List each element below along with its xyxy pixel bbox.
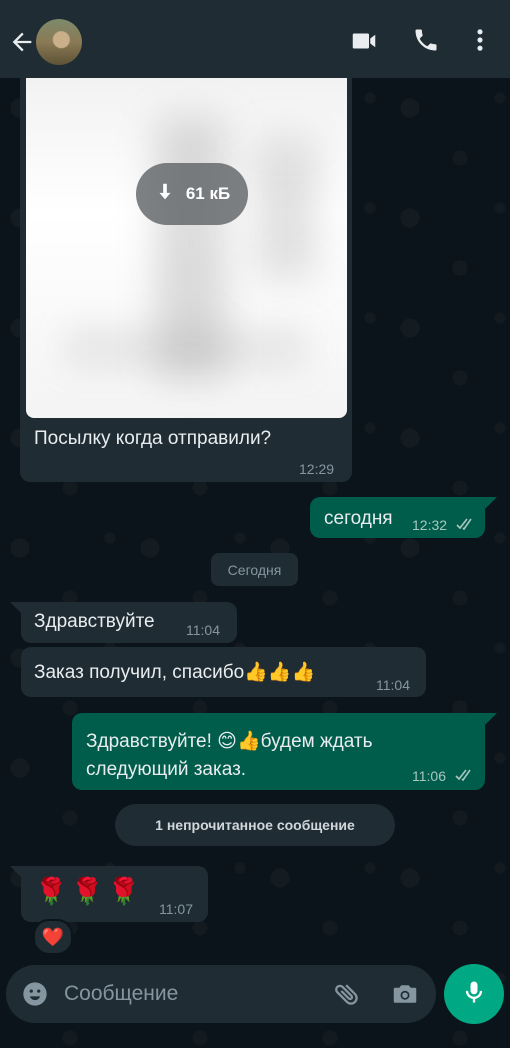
message-text: Посылку когда отправили? [34,428,272,449]
download-button[interactable]: 61 кБ [136,163,248,225]
message-time: 11:04 [376,677,410,693]
message-time: 11:07 [159,901,193,917]
blur-shape [66,328,306,368]
bubble-tail [485,713,497,725]
incoming-message[interactable]: Здравствуйте 11:04 [21,602,237,643]
read-ticks-icon [456,518,472,531]
message-text: сегодня [324,508,393,529]
message-input[interactable]: Сообщение [64,982,178,1006]
heart-icon: ❤️ [41,927,65,947]
message-text: 🌹🌹🌹 [35,876,145,906]
emoji-icon[interactable] [21,980,49,1008]
incoming-message[interactable]: Заказ получил, спасибо👍👍👍 11:04 [21,647,426,697]
voice-record-button[interactable] [444,964,504,1024]
phone-icon[interactable] [412,26,442,56]
video-camera-icon[interactable] [349,26,379,56]
bubble-tail [485,497,497,509]
arrow-left-icon[interactable] [8,28,36,56]
paperclip-icon[interactable] [332,979,362,1009]
message-text-line: Здравствуйте! 😊👍будем ждать [86,731,373,752]
outgoing-message[interactable]: сегодня 12:32 [310,497,485,538]
message-text: Здравствуйте [34,611,155,632]
incoming-message[interactable]: 🌹🌹🌹 11:07 [21,866,208,922]
microphone-icon [460,978,488,1011]
more-vertical-icon[interactable] [466,26,496,56]
message-text: Заказ получил, спасибо👍👍👍 [34,662,316,683]
message-time: 11:06 [412,768,446,784]
download-arrow-icon [154,181,176,208]
reaction-badge[interactable]: ❤️ [33,919,73,955]
outgoing-message[interactable]: Здравствуйте! 😊👍будем ждать следующий за… [72,713,485,790]
camera-icon[interactable] [390,979,420,1009]
download-size: 61 кБ [185,184,231,203]
message-time: 12:32 [412,517,448,533]
blurred-image-preview[interactable]: 61 кБ [26,78,347,418]
unread-divider: 1 непрочитанное сообщение [115,804,395,846]
message-time: 11:04 [186,622,220,638]
read-ticks-icon [455,769,471,782]
chat-header [0,0,510,78]
date-divider: Сегодня [211,553,298,586]
contact-avatar[interactable] [36,19,82,65]
message-composer[interactable]: Сообщение [6,965,436,1023]
incoming-image-message[interactable]: 61 кБ Посылку когда отправили? 12:29 [20,78,352,482]
message-text-line: следующий заказ. [86,759,247,780]
message-time: 12:29 [299,461,335,477]
blur-shape [256,138,316,278]
